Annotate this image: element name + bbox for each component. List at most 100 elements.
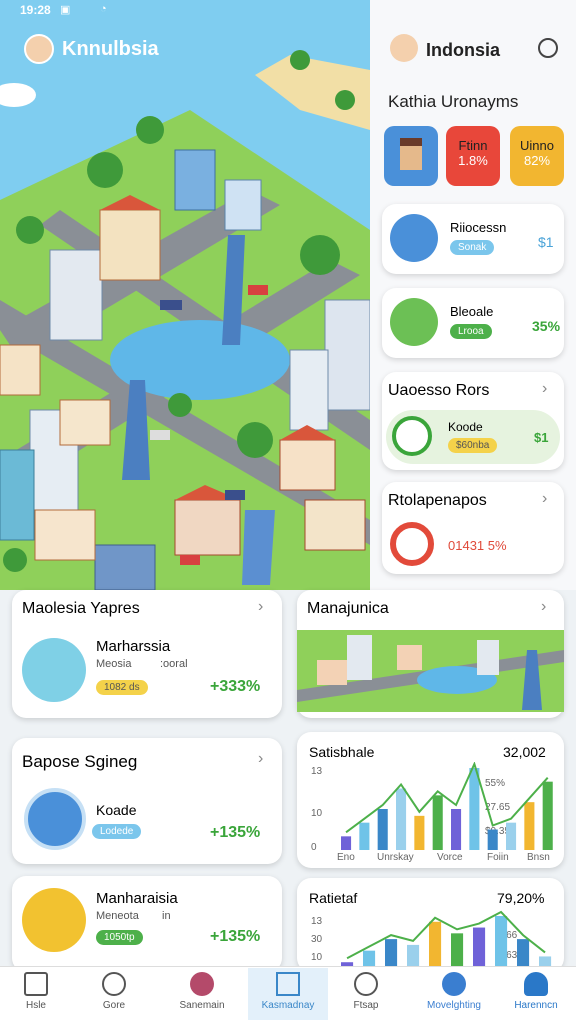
item-value: 35% [532, 318, 561, 334]
target-icon [390, 522, 434, 566]
chevron-right-icon[interactable]: › [541, 598, 546, 616]
nav-label: Gore [102, 1000, 126, 1011]
city-map-illustration [0, 50, 370, 590]
chart-bar [495, 916, 508, 968]
nav-item-kasmadnay[interactable]: Kasmadnay [248, 968, 328, 1020]
x-label: Vorce [437, 852, 463, 863]
chart-bar [469, 768, 480, 850]
wifi-icon-left: ◔ [100, 3, 107, 15]
item-badge: Sonak [450, 240, 495, 255]
tile-1[interactable]: Ftinn 1.8% [446, 126, 500, 186]
y-tick: 0 [311, 842, 317, 853]
item-value: +135% [210, 824, 261, 841]
chevron-right-icon[interactable]: › [258, 598, 263, 616]
card-value: 01431 5% [448, 538, 507, 553]
chart-bar [429, 921, 442, 968]
x-label: Bnsn [527, 852, 550, 863]
chevron-right-icon[interactable]: › [258, 750, 263, 768]
list-item[interactable]: Riiocessn Sonak $1 [382, 204, 564, 274]
tile-0[interactable] [384, 126, 438, 186]
item-title: Riiocessn [450, 220, 507, 235]
card-manajunica[interactable]: Manajunica › [297, 590, 564, 718]
card-rtolapenapos[interactable]: Rtolapenapos › 01431 5% [382, 482, 564, 574]
section-title: Kathia Uronayms [388, 92, 519, 111]
search-icon[interactable] [538, 38, 558, 58]
chart-value: 79,20% [497, 890, 545, 906]
card-maolesia[interactable]: Maolesia Yapres › Marharssia Meosia :oor… [12, 590, 282, 718]
item-icon [390, 298, 438, 346]
tile-1-label: Ftinn [458, 138, 488, 153]
chart-bar [385, 939, 398, 968]
bar-chart [341, 762, 553, 850]
nav-item-search[interactable]: Gore [78, 972, 150, 1011]
card-inner: Koode $60nba $1 [386, 410, 560, 464]
person-icon [22, 888, 86, 952]
status-time: 19:28 [20, 3, 51, 17]
wave-icon [24, 788, 86, 850]
chevron-right-icon[interactable]: › [542, 380, 547, 398]
tile-1-value: 1.8% [458, 153, 488, 168]
chart-value: 32,002 [503, 744, 546, 760]
x-label: Eno [337, 852, 355, 863]
chart-bar [451, 809, 462, 850]
pagoda-icon [400, 138, 422, 170]
y-tick: 10 [311, 808, 323, 819]
chart-bar [414, 815, 425, 850]
chart-bar [432, 795, 443, 850]
chart-bar [341, 836, 352, 850]
nav-item-ftsap[interactable]: Ftsap [330, 972, 402, 1011]
right-panel: Indonsia Kathia Uronayms Ftinn 1.8% Uinn… [370, 0, 576, 590]
nav-item-movelghting[interactable]: Movelghting [414, 972, 494, 1011]
chevron-right-icon[interactable]: › [542, 490, 547, 508]
city-map[interactable] [0, 0, 370, 590]
item-badge: Lodede [92, 824, 142, 839]
nav-label: Harenncn [514, 1000, 558, 1011]
nav-item-sanemain[interactable]: Sanemain [166, 972, 238, 1011]
chart-bar [506, 822, 517, 850]
chart-trend-line [345, 762, 549, 834]
avatar-right[interactable] [390, 34, 418, 62]
y-tick: 30 [311, 934, 323, 945]
notification-icon: ▣ [60, 4, 71, 16]
nav-item-profile[interactable]: Harenncn [500, 972, 572, 1011]
chart-bar [377, 809, 388, 850]
card-title: Maolesia Yapres [22, 600, 140, 617]
y-tick: 10 [311, 952, 323, 963]
card-bapose[interactable]: Bapose Sgineg › Koade Lodede +135% [12, 738, 282, 864]
item-badge: 1050tp [96, 930, 143, 945]
chart-bar [542, 781, 553, 850]
item-badge: 1082 ds [96, 680, 148, 695]
chart-card-satisbhale[interactable]: Satisbhale 32,002 13 10 0 55% 27.65 $0.3… [297, 732, 564, 868]
chart-bar [473, 927, 486, 968]
item-subtitle-2: in [162, 910, 171, 922]
item-icon [390, 214, 438, 262]
search-icon [102, 972, 126, 996]
nav-item-home[interactable]: Hsle [0, 972, 72, 1011]
nav-label: Sanemain [179, 1000, 225, 1011]
x-label: Unrskay [377, 852, 414, 863]
item-title: Koade [96, 802, 137, 818]
tile-2-value: 82% [523, 153, 551, 168]
item-subtitle: Meosia [96, 658, 132, 670]
item-subtitle-2: :ooral [160, 658, 188, 670]
nav-label: Ftsap [353, 1000, 379, 1011]
card-manharaisia[interactable]: Manharaisia Meneota in 1050tp +135% [12, 876, 282, 972]
card-title: Uaoesso Rors [388, 382, 490, 399]
item-subtitle: Meneota [96, 910, 139, 922]
avatar[interactable] [24, 34, 54, 64]
activity-icon [442, 972, 466, 996]
y-tick: 13 [311, 916, 323, 927]
item-value: +333% [210, 678, 261, 695]
chart-bar [407, 944, 420, 968]
list-item[interactable]: Bleoale Lrooa 35% [382, 288, 564, 358]
spiral-icon [392, 416, 432, 456]
mail-icon [276, 972, 300, 996]
chart-title: Satisbhale [309, 744, 375, 760]
nav-label: Hsle [25, 1000, 46, 1011]
card-title: Rtolapenapos [388, 492, 487, 509]
card-uaoesso[interactable]: Uaoesso Rors › Koode $60nba $1 [382, 372, 564, 470]
item-value: $1 [538, 234, 554, 250]
tile-2[interactable]: Uinno 82% [510, 126, 564, 186]
chart-card-ratietaf[interactable]: Ratietaf 79,20% 13 30 10 $766 $763 [297, 878, 564, 972]
item-value: +135% [210, 928, 261, 945]
